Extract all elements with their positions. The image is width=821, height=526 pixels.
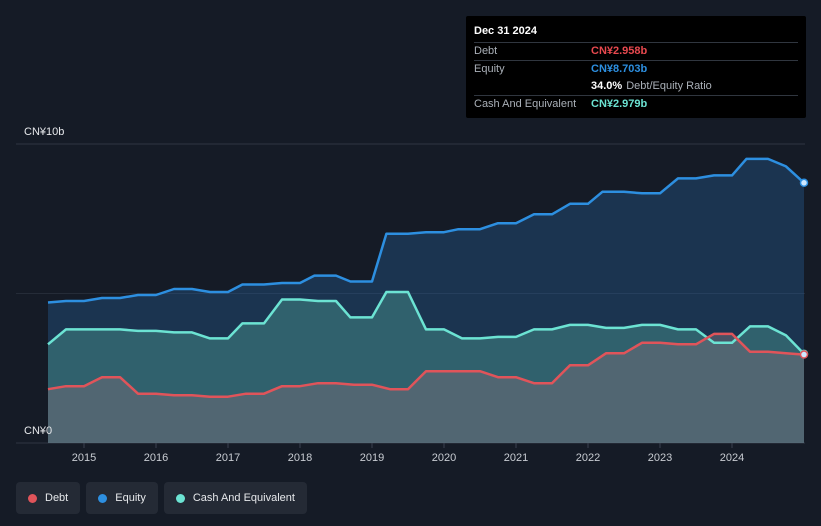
x-tick-label-2017: 2017: [216, 452, 240, 464]
x-tick-label-2023: 2023: [648, 452, 672, 464]
legend-label-equity: Equity: [115, 492, 146, 504]
chart-tooltip: Dec 31 2024 Debt CN¥2.958b Equity CN¥8.7…: [466, 16, 806, 118]
tooltip-debt-value: CN¥2.958b: [591, 45, 648, 57]
x-tick-label-2022: 2022: [576, 452, 600, 464]
debt-legend-dot-icon: [28, 493, 37, 503]
endpoint-equity: [799, 178, 809, 188]
legend-label-cash: Cash And Equivalent: [192, 492, 295, 504]
tooltip-equity-row: Equity CN¥8.703b: [474, 60, 798, 78]
chart-legend: Debt Equity Cash And Equivalent: [16, 482, 307, 514]
tooltip-ratio-value: 34.0%: [591, 80, 623, 92]
tooltip-ratio-label: Debt/Equity Ratio: [626, 80, 712, 92]
legend-item-debt[interactable]: Debt: [16, 482, 81, 514]
tooltip-debt-row: Debt CN¥2.958b: [474, 42, 798, 60]
tooltip-equity-label: Equity: [474, 63, 505, 75]
x-tick-label-2020: 2020: [432, 452, 456, 464]
tooltip-ratio-row: 34.0% Debt/Equity Ratio: [474, 78, 798, 95]
tooltip-cash-row: Cash And Equivalent CN¥2.979b: [474, 95, 798, 113]
chart-areas: [48, 158, 804, 443]
x-tick-label-2021: 2021: [504, 452, 528, 464]
legend-label-debt: Debt: [45, 492, 69, 504]
cash-legend-dot-icon: [175, 493, 185, 503]
x-tick-label-2016: 2016: [144, 452, 168, 464]
tooltip-cash-value: CN¥2.979b: [591, 98, 648, 110]
x-tick-label-2024: 2024: [720, 452, 744, 464]
legend-item-equity[interactable]: Equity: [86, 482, 158, 514]
legend-item-cash[interactable]: Cash And Equivalent: [163, 482, 307, 514]
equity-legend-dot-icon: [98, 493, 108, 503]
tooltip-equity-value: CN¥8.703b: [591, 63, 648, 75]
tooltip-date: Dec 31 2024: [474, 25, 537, 37]
x-tick-label-2019: 2019: [360, 452, 384, 464]
x-tick-label-2018: 2018: [288, 452, 312, 464]
tooltip-debt-label: Debt: [474, 45, 498, 57]
y-axis-top-label: CN¥10b: [24, 126, 64, 138]
x-tick-label-2015: 2015: [72, 452, 96, 464]
tooltip-cash-label: Cash And Equivalent: [474, 98, 577, 110]
endpoint-debt: [799, 350, 809, 359]
y-axis-bottom-label: CN¥0: [24, 425, 52, 437]
